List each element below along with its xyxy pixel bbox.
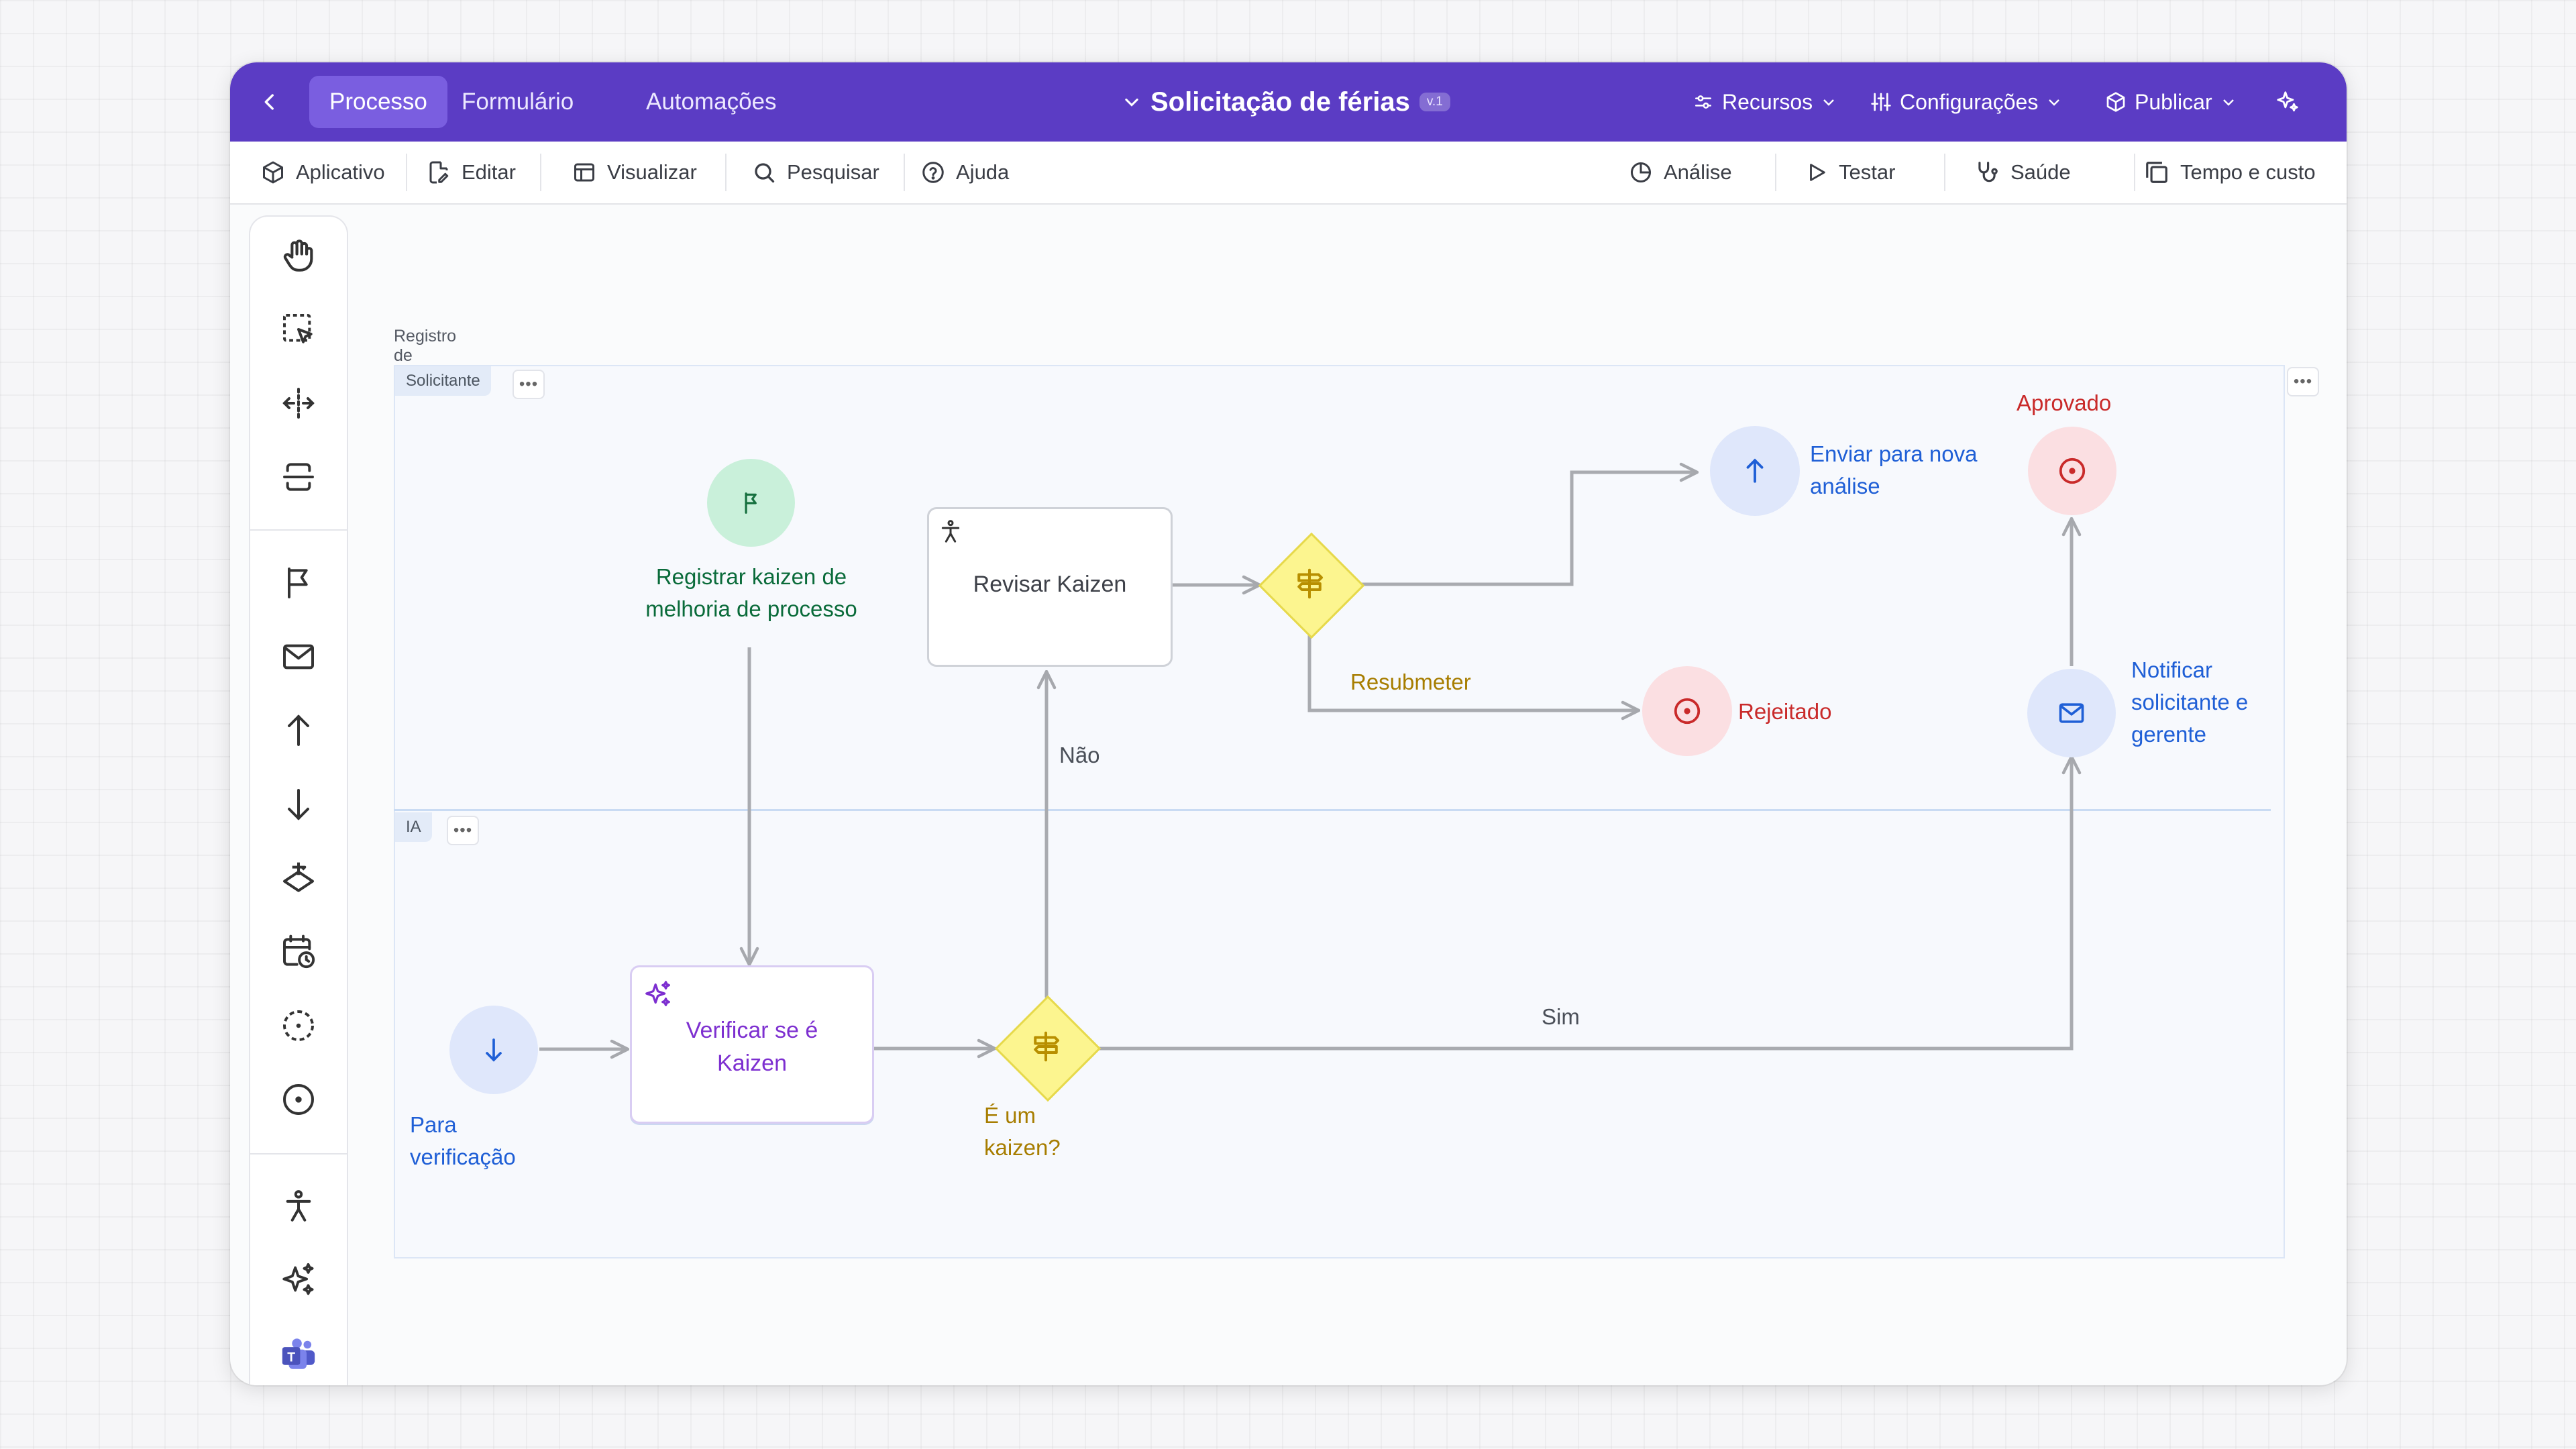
end-event-icon <box>2059 458 2086 484</box>
start-event[interactable] <box>707 459 795 547</box>
gateway-is-kaizen-label: É um kaizen? <box>984 1103 1061 1160</box>
end-event-icon <box>1674 698 1701 724</box>
receive-event[interactable] <box>449 1006 538 1094</box>
start-flag-icon <box>745 492 757 514</box>
task-verificar-kaizen-label: Verificar se é Kaizen <box>686 1018 818 1077</box>
flow-resubmit-to-send <box>1359 472 1697 586</box>
gateway-resubmeter-icon-wrap <box>1283 557 1336 610</box>
signpost-icon <box>1034 1031 1060 1062</box>
user-task-icon <box>941 520 960 543</box>
task-verificar-kaizen[interactable]: Verificar se é Kaizen <box>630 965 874 1124</box>
mail-icon <box>2059 703 2084 723</box>
message-event-notify-label: Notificar solicitante e gerente <box>2131 657 2249 747</box>
edge-label-nao: Não <box>1059 743 1100 767</box>
end-event-approved-label: Aprovado <box>2017 390 2112 415</box>
message-event-notify[interactable] <box>2027 669 2116 757</box>
receive-event-label: Para verificação <box>410 1112 516 1169</box>
send-event[interactable] <box>1710 426 1800 516</box>
arrow-up-icon <box>1746 458 1764 483</box>
task-revisar-kaizen[interactable]: Revisar Kaizen <box>927 507 1173 667</box>
send-event-label: Enviar para nova análise <box>1810 441 1978 498</box>
start-event-label: Registrar kaizen de melhoria de processo <box>645 564 857 621</box>
gateway-resubmeter-label: Resubmeter <box>1350 669 1471 694</box>
gateway-is-kaizen-icon-wrap <box>1019 1020 1073 1073</box>
flow-yes-to-notify <box>1095 757 2072 1051</box>
ai-sparkles-icon <box>645 981 670 1006</box>
task-revisar-kaizen-label: Revisar Kaizen <box>973 572 1127 597</box>
signpost-icon <box>1297 568 1324 599</box>
end-event-approved[interactable] <box>2028 427 2116 515</box>
end-event-rejected[interactable] <box>1642 666 1732 756</box>
edge-label-sim: Sim <box>1542 1004 1580 1029</box>
arrow-down-icon <box>486 1038 502 1062</box>
app-window: Processo Formulário Automações Solicitaç… <box>230 62 2347 1385</box>
end-event-rejected-label: Rejeitado <box>1738 699 1832 724</box>
